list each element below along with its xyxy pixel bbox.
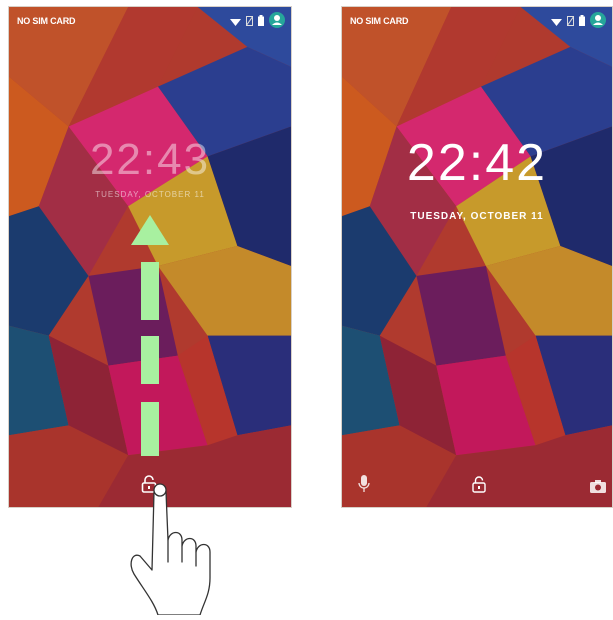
pointing-hand-icon	[130, 483, 211, 615]
no-sim-icon	[566, 13, 575, 31]
camera-icon[interactable]	[590, 479, 606, 493]
wallpaper	[342, 7, 612, 507]
right-lock-screen[interactable]: NO SIM CARD 22:42 TUESDAY, OCTOBER 11	[341, 6, 613, 508]
user-icon[interactable]	[590, 11, 606, 33]
wifi-icon	[551, 13, 562, 31]
mic-icon[interactable]	[358, 475, 370, 493]
date-label: TUESDAY, OCTOBER 11	[410, 211, 544, 222]
clock: 22:42	[406, 134, 548, 192]
status-bar: NO SIM CARD	[342, 7, 612, 37]
status-icons	[551, 11, 606, 33]
carrier-label: NO SIM CARD	[350, 16, 409, 26]
battery-icon	[579, 13, 585, 31]
lock-open-icon[interactable]	[472, 476, 486, 493]
